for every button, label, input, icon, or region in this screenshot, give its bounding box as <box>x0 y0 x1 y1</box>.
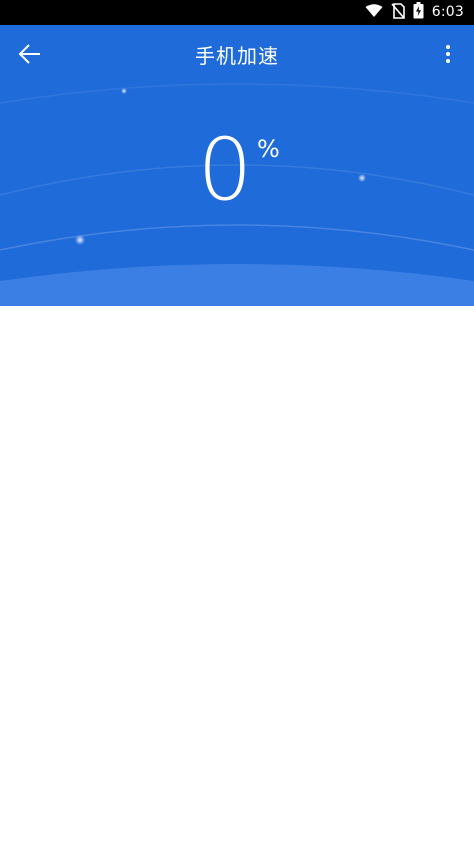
toolbar: 手机加速 <box>0 25 474 87</box>
status-icons: 6:03 <box>365 0 464 25</box>
status-bar: 6:03 <box>0 0 474 25</box>
boost-percent-unit: % <box>257 135 280 163</box>
arrow-left-icon <box>18 43 42 69</box>
more-options-button[interactable] <box>436 41 460 71</box>
wifi-icon <box>365 3 383 22</box>
back-button[interactable] <box>12 38 48 74</box>
battery-charging-icon <box>413 2 424 23</box>
boost-percent-value: 0 <box>197 120 253 220</box>
status-time: 6:03 <box>431 4 464 20</box>
app-screen: 6:03 手机加速 0 % <box>0 0 474 842</box>
content-area <box>0 306 474 842</box>
page-title: 手机加速 <box>195 44 279 68</box>
no-sim-icon <box>391 2 405 23</box>
more-vert-icon <box>445 44 451 68</box>
